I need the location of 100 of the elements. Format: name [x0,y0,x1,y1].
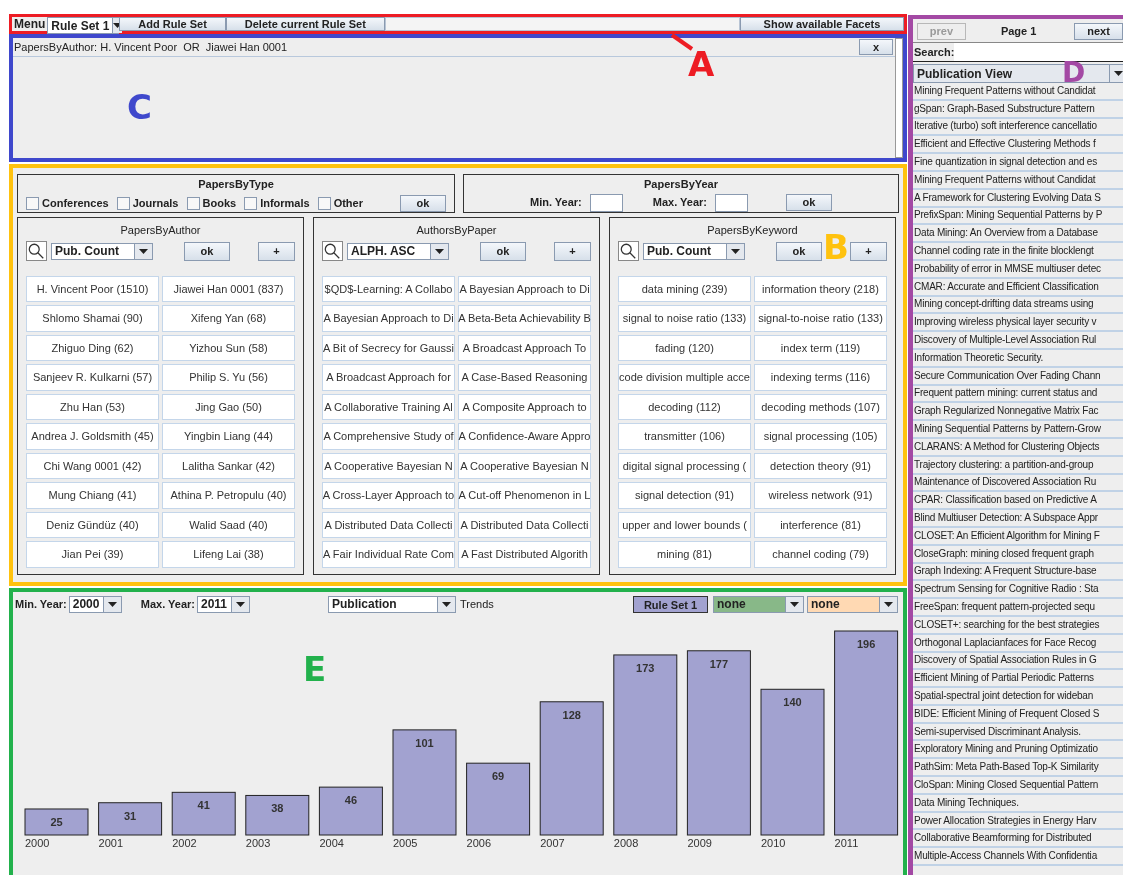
facet-item[interactable]: wireless network (91) [754,482,887,509]
result-title[interactable]: Improving wireless physical layer security v [913,315,1097,330]
facet-item[interactable]: Zhu Han (53) [26,393,159,420]
sort-dropdown[interactable]: ALPH. ASC [347,242,449,260]
result-title[interactable]: Collaborative Beamforming for Distributed [913,831,1092,846]
search-icon[interactable] [26,241,47,261]
facet-item[interactable]: Yingbin Liang (44) [162,423,295,450]
facet-item[interactable]: signal detection (91) [618,482,751,509]
result-title[interactable]: Spectrum Sensing for Cognitive Radio : Sta [913,582,1099,597]
ok-button[interactable]: ok [776,241,822,261]
search-icon[interactable] [322,241,343,261]
sort-dropdown[interactable]: Pub. Count [643,242,745,260]
result-title[interactable]: Multiple-Access Channels With Confidentia [913,849,1097,864]
result-title[interactable]: Graph Indexing: A Frequent Structure-base [913,564,1097,579]
result-title[interactable]: Mining Frequent Patterns without Candidat [913,172,1096,187]
result-title[interactable]: Frequent pattern mining: current status and [913,386,1098,401]
result-title[interactable]: Trajectory clustering: a partition-and-group [913,457,1094,472]
facet-item[interactable]: A Bayesian Approach to Di [322,305,455,332]
facet-item[interactable]: A Cross-Layer Approach to [322,482,455,509]
facet-item[interactable]: Walid Saad (40) [162,511,295,538]
toolbar-button[interactable]: Delete current Rule Set [225,17,385,31]
checkbox[interactable] [186,196,200,210]
result-title[interactable]: Fine quantization in signal detection and es [913,155,1097,170]
result-title[interactable]: Maintenance of Discovered Association Ru [913,475,1097,490]
facet-item[interactable]: Jing Gao (50) [162,393,295,420]
rule-set-button[interactable]: Rule Set 1 [633,595,708,613]
result-title[interactable]: CLARANS: A Method for Clustering Objects [913,439,1100,454]
year-field[interactable] [715,193,748,212]
facet-item[interactable]: A Beta-Beta Achievability B [458,305,591,332]
add-button[interactable]: + [850,241,887,261]
facets-button[interactable]: Show available Facets [740,17,904,31]
facet-item[interactable]: A Cooperative Bayesian N [322,452,455,479]
result-title[interactable]: CPAR: Classification based on Predictive A [913,493,1097,508]
result-title[interactable]: CloseGraph: mining closed frequent graph [913,546,1094,561]
result-title[interactable]: CLOSET+: searching for the best strategies [913,617,1100,632]
search-field[interactable] [954,43,1123,61]
result-title[interactable]: A Framework for Clustering Evolving Data S [913,190,1101,205]
next-button[interactable]: next [1074,23,1123,40]
checkbox[interactable] [317,196,331,210]
add-button[interactable]: + [554,241,591,261]
facet-item[interactable]: A Bayesian Approach to Di [458,275,591,302]
rule-set-dropdown[interactable]: Rule Set 1 [47,17,120,34]
facet-item[interactable]: data mining (239) [618,275,751,302]
facet-item[interactable]: signal to noise ratio (133) [618,305,751,332]
facet-item[interactable]: A Fast Distributed Algorith [458,541,591,568]
facet-item[interactable]: Philip S. Yu (56) [162,364,295,391]
facet-item[interactable]: Deniz Gündüz (40) [26,511,159,538]
result-title[interactable]: PathSim: Meta Path-Based Top-K Similarity [913,760,1099,775]
year-dropdown[interactable]: 2011 [197,595,250,613]
facet-item[interactable]: Jian Pei (39) [26,541,159,568]
facet-item[interactable]: A Distributed Data Collecti [458,511,591,538]
facet-item[interactable]: channel coding (79) [754,541,887,568]
add-button[interactable]: + [258,241,295,261]
facet-item[interactable]: signal processing (105) [754,423,887,450]
checkbox[interactable] [244,196,258,210]
facet-item[interactable]: fading (120) [618,334,751,361]
result-title[interactable]: CLOSET: An Efficient Algorithm for Mining F [913,528,1100,543]
result-title[interactable]: Spatial-spectral joint detection for wideban [913,689,1094,703]
facet-item[interactable]: decoding methods (107) [754,393,887,420]
year-dropdown[interactable]: 2000 [68,595,122,613]
facet-item[interactable]: indexing terms (116) [754,364,887,391]
facet-item[interactable]: A Broadcast Approach for [322,364,455,391]
year-field[interactable] [589,193,623,212]
result-title[interactable]: Orthogonal Laplacianfaces for Face Recog [913,635,1097,650]
result-title[interactable]: Discovery of Spatial Association Rules in G [913,653,1097,668]
facet-item[interactable]: transmitter (106) [618,423,751,450]
facet-item[interactable]: A Distributed Data Collecti [322,511,455,538]
result-title[interactable]: Information Theoretic Security. [913,350,1044,365]
ok-button[interactable]: ok [480,241,526,261]
compare-dropdown[interactable]: none [807,595,898,613]
facet-item[interactable]: signal-to-noise ratio (133) [754,305,887,332]
facet-item[interactable]: A Cooperative Bayesian N [458,452,591,479]
result-title[interactable]: Mining concept-drifting data streams using [913,297,1094,312]
result-title[interactable]: Efficient Mining of Partial Periodic Patterns [913,671,1094,686]
close-button[interactable]: x [859,39,893,55]
facet-item[interactable]: code division multiple acce [618,364,751,391]
result-title[interactable]: FreeSpan: frequent pattern-projected sequ [913,600,1095,614]
facet-item[interactable]: Sanjeev R. Kulkarni (57) [26,364,159,391]
facet-item[interactable]: A Case-Based Reasoning [458,364,591,391]
facet-item[interactable]: detection theory (91) [754,452,887,479]
facet-item[interactable]: Lalitha Sankar (42) [162,452,295,479]
facet-item[interactable]: A Confidence-Aware Appro [458,423,591,450]
search-icon[interactable] [618,241,639,261]
compare-dropdown[interactable]: none [713,595,804,613]
result-title[interactable]: Blind Multiuser Detection: A Subspace Appr [913,511,1098,525]
facet-item[interactable]: interference (81) [754,511,887,538]
scrollbar[interactable] [895,38,903,158]
ok-button[interactable]: ok [184,241,230,261]
sort-dropdown[interactable]: Pub. Count [51,242,153,260]
result-title[interactable]: Secure Communication Over Fading Chann [913,368,1101,383]
ok-button[interactable]: ok [400,194,446,212]
facet-item[interactable]: A Collaborative Training Al [322,393,455,420]
facet-item[interactable]: A Composite Approach to [458,393,591,420]
facet-item[interactable]: Mung Chiang (41) [26,482,159,509]
facet-item[interactable]: Xifeng Yan (68) [162,305,295,332]
facet-item[interactable]: Shlomo Shamai (90) [26,305,159,332]
facet-item[interactable]: H. Vincent Poor (1510) [26,275,159,302]
result-title[interactable]: gSpan: Graph-Based Substructure Pattern [913,101,1095,116]
facet-item[interactable]: digital signal processing ( [618,452,751,479]
result-title[interactable]: CMAR: Accurate and Efficient Classification [913,279,1099,294]
